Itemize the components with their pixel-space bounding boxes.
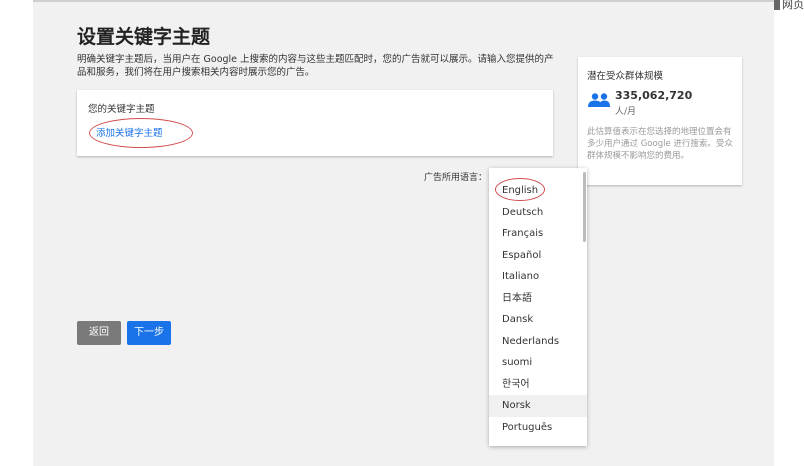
language-option-dansk[interactable]: Dansk xyxy=(489,309,587,331)
back-button[interactable]: 返回 xyxy=(77,321,121,345)
ad-language-label: 广告所用语言： xyxy=(424,173,488,183)
language-option-italiano[interactable]: Italiano xyxy=(489,266,587,288)
language-option-japanese[interactable]: 日本語 xyxy=(489,288,587,310)
keyword-theme-card: 您的关键字主题 添加关键字主题 xyxy=(77,90,553,156)
language-dropdown[interactable]: English Deutsch Français Español Italian… xyxy=(489,168,587,446)
next-button[interactable]: 下一步 xyxy=(127,321,171,345)
page-title: 设置关键字主题 xyxy=(77,26,211,48)
dropdown-scrollbar[interactable] xyxy=(583,172,586,242)
language-option-portugues[interactable]: Português xyxy=(489,417,587,439)
language-option-nederlands[interactable]: Nederlands xyxy=(489,331,587,353)
language-option-francais[interactable]: Français xyxy=(489,223,587,245)
language-option-suomi[interactable]: suomi xyxy=(489,352,587,374)
audience-size-unit: 人/月 xyxy=(615,107,637,117)
audience-size-value: 335,062,720 xyxy=(615,89,693,102)
language-option-espanol[interactable]: Español xyxy=(489,245,587,267)
add-keyword-theme-link[interactable]: 添加关键字主题 xyxy=(96,125,163,139)
language-option-korean[interactable]: 한국어 xyxy=(489,374,587,396)
page-description: 明确关键字主题后，当用户在 Google 上搜索的内容与这些主题匹配时，您的广告… xyxy=(77,54,554,78)
audience-size-title: 潜在受众群体规模 xyxy=(587,71,664,82)
language-option-norsk[interactable]: Norsk xyxy=(489,395,587,417)
corner-link-label: 网页 xyxy=(782,0,804,11)
keyword-theme-label: 您的关键字主题 xyxy=(88,104,155,115)
annotation-circle-english xyxy=(495,178,545,201)
people-icon xyxy=(588,93,610,107)
audience-size-card: 潜在受众群体规模 335,062,720 人/月 此估算值表示在您选择的地理位置… xyxy=(578,57,742,185)
audience-size-description: 此估算值表示在您选择的地理位置会有多少用户通过 Google 进行搜索。受众群体… xyxy=(587,127,733,161)
language-option-deutsch[interactable]: Deutsch xyxy=(489,202,587,224)
